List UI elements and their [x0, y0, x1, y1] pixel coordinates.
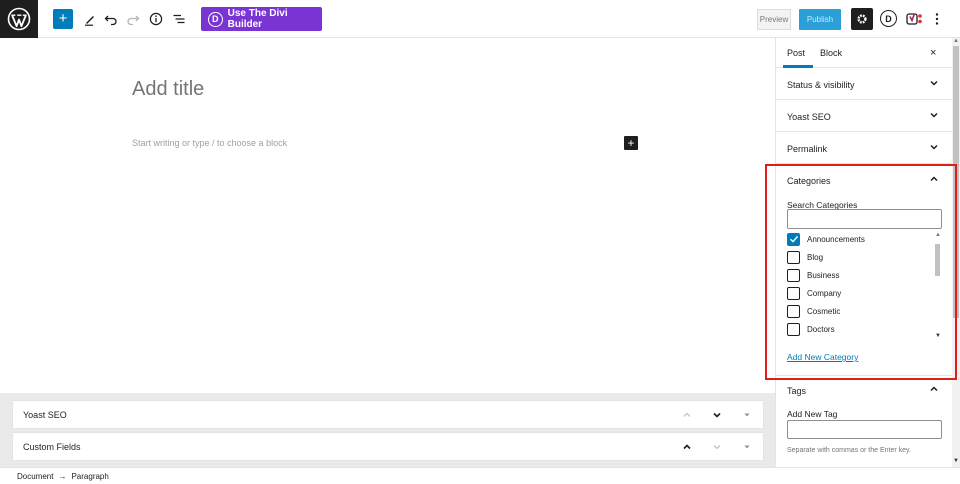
redo-icon: [127, 15, 140, 26]
category-item-business[interactable]: Business: [787, 268, 839, 282]
scroll-down-icon[interactable]: ▼: [953, 458, 959, 464]
checkbox[interactable]: [787, 286, 800, 300]
tags-title[interactable]: Tags: [787, 386, 806, 396]
panel-permalink[interactable]: Permalink: [776, 132, 953, 164]
checkbox-checked[interactable]: [787, 232, 800, 246]
metabox-custom-fields[interactable]: Custom Fields: [12, 432, 764, 461]
tools-button[interactable]: [82, 9, 98, 29]
publish-button[interactable]: Publish: [799, 9, 841, 30]
category-item-doctors[interactable]: Doctors: [787, 322, 835, 336]
plus-icon: +: [627, 136, 635, 150]
settings-button[interactable]: [851, 8, 873, 30]
checkbox[interactable]: [787, 322, 800, 336]
move-down-icon[interactable]: [709, 407, 725, 423]
chevron-up-icon[interactable]: [928, 383, 940, 395]
category-label: Business: [807, 270, 840, 280]
panel-yoast-seo[interactable]: Yoast SEO: [776, 100, 953, 132]
outline-icon: [173, 14, 185, 24]
scrollbar-thumb[interactable]: [935, 244, 940, 276]
tags-help-text: Separate with commas or the Enter key.: [787, 447, 911, 454]
content-info-button[interactable]: [148, 9, 164, 29]
redo-button[interactable]: [125, 9, 141, 29]
category-item-announcements[interactable]: Announcements: [787, 232, 865, 246]
metabox-title: Custom Fields: [23, 441, 81, 452]
tab-post[interactable]: Post: [787, 48, 805, 58]
category-label: Company: [807, 288, 842, 298]
tab-block[interactable]: Block: [820, 48, 842, 58]
divi-button-label: Use The Divi Builder: [227, 8, 288, 30]
add-new-category-link[interactable]: Add New Category: [787, 352, 858, 362]
scroll-down-icon[interactable]: ▼: [935, 333, 941, 339]
post-title-input[interactable]: Add title: [132, 78, 204, 101]
category-label: Announcements: [807, 234, 865, 244]
use-divi-builder-button[interactable]: D Use The Divi Builder: [201, 7, 322, 31]
sidebar-tabs: Post Block ×: [776, 38, 953, 68]
top-toolbar: + D Use The Divi Builder Preview Publish…: [0, 0, 960, 38]
chevron-down-icon: [930, 112, 938, 118]
add-new-tag-input[interactable]: [787, 420, 942, 439]
breadcrumb-separator: →: [58, 471, 67, 481]
category-label: Cosmetic: [807, 306, 841, 316]
add-block-icon: +: [58, 10, 68, 27]
chevron-down-icon: [930, 144, 938, 150]
panel-title: Yoast SEO: [787, 112, 831, 122]
category-item-cosmetic[interactable]: Cosmetic: [787, 304, 840, 318]
toggle-panel-icon[interactable]: [739, 439, 755, 455]
categories-list: Announcements Blog Business Company Cosm…: [787, 232, 942, 342]
chevron-down-icon: [930, 80, 938, 86]
breadcrumb-document[interactable]: Document: [17, 472, 53, 481]
toggle-panel-icon[interactable]: [739, 407, 755, 423]
add-new-tag-label: Add New Tag: [787, 409, 838, 419]
wordpress-logo-button[interactable]: [0, 0, 38, 38]
gear-icon: [857, 14, 867, 24]
scroll-up-icon[interactable]: ▲: [935, 232, 941, 238]
categories-scrollbar[interactable]: ▲ ▼: [933, 232, 942, 342]
category-item-blog[interactable]: Blog: [787, 250, 823, 264]
block-placeholder[interactable]: Start writing or type / to choose a bloc…: [132, 138, 287, 148]
panel-status-visibility[interactable]: Status & visibility: [776, 68, 953, 100]
scroll-up-icon[interactable]: ▲: [953, 38, 959, 44]
close-icon[interactable]: ×: [930, 47, 936, 59]
category-label: Blog: [807, 252, 824, 262]
undo-icon: [104, 15, 117, 26]
block-navigation-button[interactable]: [171, 9, 187, 29]
pencil-icon: [85, 16, 94, 26]
settings-sidebar: Post Block × Status & visibility Yoast S…: [775, 38, 953, 467]
metabox-yoast-seo[interactable]: Yoast SEO: [12, 400, 764, 429]
category-item-company[interactable]: Company: [787, 286, 841, 300]
checkbox[interactable]: [787, 304, 800, 318]
block-breadcrumb: Document → Paragraph: [0, 467, 960, 484]
checkbox[interactable]: [787, 268, 800, 282]
search-categories-input[interactable]: [787, 209, 942, 229]
metaboxes-area: Yoast SEO Custom Fields: [0, 393, 775, 467]
metabox-title: Yoast SEO: [23, 409, 67, 420]
panel-title: Permalink: [787, 144, 828, 154]
move-up-icon[interactable]: [679, 407, 695, 423]
editor-canvas: Add title Start writing or type / to cho…: [0, 38, 775, 393]
inline-add-block-button[interactable]: +: [624, 136, 638, 150]
info-icon: [149, 12, 163, 26]
panel-categories: Categories Search Categories Announcemen…: [776, 164, 953, 376]
wordpress-icon: [7, 7, 31, 31]
divi-icon[interactable]: D: [880, 10, 897, 27]
panel-title: Status & visibility: [787, 80, 855, 90]
categories-title[interactable]: Categories: [787, 176, 831, 186]
panel-tags: Tags Add New Tag Separate with commas or…: [776, 376, 953, 467]
more-icon: [935, 13, 939, 25]
yoast-icon[interactable]: [905, 9, 925, 29]
sidebar-scrollbar[interactable]: ▲ ▼: [952, 38, 960, 467]
move-down-icon[interactable]: [709, 439, 725, 455]
checkbox[interactable]: [787, 250, 800, 264]
category-label: Doctors: [807, 324, 835, 334]
more-options-button[interactable]: [933, 10, 941, 28]
undo-button[interactable]: [103, 9, 119, 29]
divi-logo-icon: D: [208, 11, 223, 27]
move-up-icon[interactable]: [679, 439, 695, 455]
scrollbar-thumb[interactable]: [953, 46, 959, 318]
preview-button[interactable]: Preview: [757, 9, 791, 30]
chevron-up-icon[interactable]: [928, 173, 940, 185]
add-block-button[interactable]: +: [53, 9, 73, 29]
breadcrumb-paragraph[interactable]: Paragraph: [71, 472, 108, 481]
